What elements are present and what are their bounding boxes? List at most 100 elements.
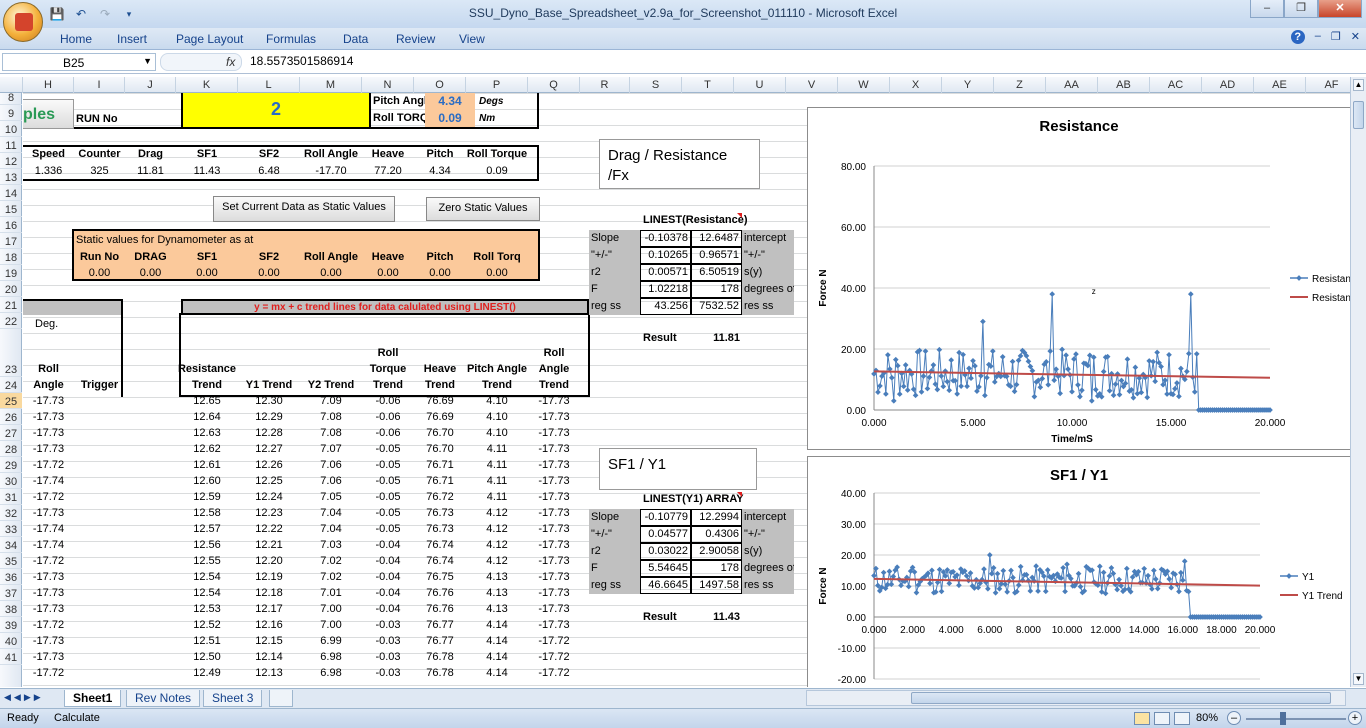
scroll-thumb[interactable] <box>1353 101 1364 129</box>
row-header-13[interactable]: 13 <box>0 169 22 185</box>
zoom-level[interactable]: 80% <box>1196 712 1218 724</box>
row-header-32[interactable]: 32 <box>0 505 22 521</box>
row-header-12[interactable]: 12 <box>0 153 22 169</box>
undo-icon[interactable]: ↶ <box>72 5 90 23</box>
column-header-ac[interactable]: AC <box>1150 77 1202 93</box>
row-header-40[interactable]: 40 <box>0 633 22 649</box>
row-header-10[interactable]: 10 <box>0 121 22 137</box>
tab-review[interactable]: Review <box>396 32 435 46</box>
horizontal-scrollbar[interactable] <box>806 690 1346 706</box>
column-header-y[interactable]: Y <box>942 77 994 93</box>
column-header-h[interactable]: H <box>23 77 74 93</box>
restore-workbook-icon[interactable]: ❐ <box>1331 30 1341 44</box>
tab-rev-notes[interactable]: Rev Notes <box>126 690 201 707</box>
minimize-workbook-icon[interactable]: – <box>1315 30 1321 44</box>
tab-sheet-3[interactable]: Sheet 3 <box>203 690 263 707</box>
page-layout-view-icon[interactable] <box>1154 712 1170 725</box>
column-header-ab[interactable]: AB <box>1098 77 1150 93</box>
tab-home[interactable]: Home <box>60 32 92 46</box>
chevron-down-icon[interactable]: ▼ <box>143 56 152 66</box>
scroll-down-icon[interactable]: ▼ <box>1353 673 1364 685</box>
formula-input[interactable]: 18.5573501586914 <box>250 54 353 68</box>
insert-sheet-icon[interactable] <box>269 690 293 707</box>
vertical-scrollbar[interactable]: ▲ ▼ <box>1350 77 1366 687</box>
zero-static-button[interactable]: Zero Static Values <box>426 197 540 221</box>
row-header-19[interactable]: 19 <box>0 265 22 281</box>
zoom-out-icon[interactable]: – <box>1227 711 1241 725</box>
help-icon[interactable]: ? <box>1290 30 1305 44</box>
row-header-20[interactable]: 20 <box>0 281 22 297</box>
row-header-38[interactable]: 38 <box>0 601 22 617</box>
row-header-25[interactable]: 25 <box>0 393 22 409</box>
sheet-nav-arrows-icon[interactable]: ◀◀▶▶ <box>4 692 44 703</box>
zoom-in-icon[interactable]: + <box>1348 711 1362 725</box>
row-header-30[interactable]: 30 <box>0 473 22 489</box>
hscroll-thumb[interactable] <box>911 692 1331 704</box>
zoom-slider-thumb[interactable] <box>1280 712 1286 725</box>
column-header-o[interactable]: O <box>414 77 466 93</box>
row-header-23[interactable]: 23 <box>0 329 22 377</box>
examples-button[interactable]: ples <box>23 99 74 129</box>
row-header-37[interactable]: 37 <box>0 585 22 601</box>
row-header-9[interactable]: 9 <box>0 105 22 121</box>
column-header-z[interactable]: Z <box>994 77 1046 93</box>
row-header-28[interactable]: 28 <box>0 441 22 457</box>
row-header-31[interactable]: 31 <box>0 489 22 505</box>
column-header-p[interactable]: P <box>466 77 528 93</box>
drag-resistance-label[interactable]: Drag / Resistance /Fx <box>599 139 760 189</box>
row-header-29[interactable]: 29 <box>0 457 22 473</box>
redo-icon[interactable]: ↷ <box>96 5 114 23</box>
column-header-ad[interactable]: AD <box>1202 77 1254 93</box>
row-header-34[interactable]: 34 <box>0 537 22 553</box>
column-header-k[interactable]: K <box>176 77 238 93</box>
save-icon[interactable]: 💾 <box>48 5 66 23</box>
row-header-22[interactable]: 22 <box>0 313 22 329</box>
row-header-21[interactable]: 21 <box>0 297 22 313</box>
tab-insert[interactable]: Insert <box>117 32 147 46</box>
normal-view-icon[interactable] <box>1134 712 1150 725</box>
scroll-up-icon[interactable]: ▲ <box>1353 79 1364 91</box>
column-header-s[interactable]: S <box>630 77 682 93</box>
zoom-slider[interactable] <box>1246 718 1346 720</box>
row-header-35[interactable]: 35 <box>0 553 22 569</box>
column-header-w[interactable]: W <box>838 77 890 93</box>
name-box[interactable]: B25 ▼ <box>2 53 156 71</box>
column-header-r[interactable]: R <box>580 77 630 93</box>
minimize-button[interactable]: – <box>1250 0 1284 18</box>
column-header-j[interactable]: J <box>125 77 176 93</box>
row-header-11[interactable]: 11 <box>0 137 22 153</box>
column-header-u[interactable]: U <box>734 77 786 93</box>
row-header-15[interactable]: 15 <box>0 201 22 217</box>
restore-button[interactable]: ❐ <box>1284 0 1318 18</box>
resistance-chart[interactable]: Resistance 0.00 20.00 40.00 60.00 80.00 0.000… <box>807 107 1350 450</box>
column-header-v[interactable]: V <box>786 77 838 93</box>
column-header-l[interactable]: L <box>238 77 300 93</box>
row-header-18[interactable]: 18 <box>0 249 22 265</box>
close-workbook-icon[interactable]: ✕ <box>1351 30 1360 44</box>
row-header-14[interactable]: 14 <box>0 185 22 201</box>
status-calculate[interactable]: Calculate <box>54 712 100 724</box>
row-header-26[interactable]: 26 <box>0 409 22 425</box>
tab-page-layout[interactable]: Page Layout <box>176 32 243 46</box>
column-header-q[interactable]: Q <box>528 77 580 93</box>
column-header-t[interactable]: T <box>682 77 734 93</box>
row-header-8[interactable]: 8 <box>0 89 22 105</box>
column-header-i[interactable]: I <box>74 77 125 93</box>
set-static-button[interactable]: Set Current Data as Static Values <box>213 196 395 222</box>
sf1-y1-label[interactable]: SF1 / Y1 <box>599 448 757 490</box>
row-header-41[interactable]: 41 <box>0 649 22 665</box>
row-header-16[interactable]: 16 <box>0 217 22 233</box>
insert-function-icon[interactable]: fx <box>226 55 235 69</box>
tab-view[interactable]: View <box>459 32 485 46</box>
tab-sheet1[interactable]: Sheet1 <box>64 690 122 707</box>
tab-formulas[interactable]: Formulas <box>266 32 316 46</box>
column-header-x[interactable]: X <box>890 77 942 93</box>
column-header-m[interactable]: M <box>300 77 362 93</box>
row-header-33[interactable]: 33 <box>0 521 22 537</box>
column-header-n[interactable]: N <box>362 77 414 93</box>
worksheet-grid[interactable]: ples RUN No 2 Pitch Angl 4.34 Degs Roll … <box>23 93 1350 687</box>
customize-qat-icon[interactable]: ▾ <box>120 5 138 23</box>
tab-data[interactable]: Data <box>343 32 368 46</box>
office-button[interactable] <box>3 2 43 42</box>
close-button[interactable]: ✕ <box>1318 0 1362 18</box>
